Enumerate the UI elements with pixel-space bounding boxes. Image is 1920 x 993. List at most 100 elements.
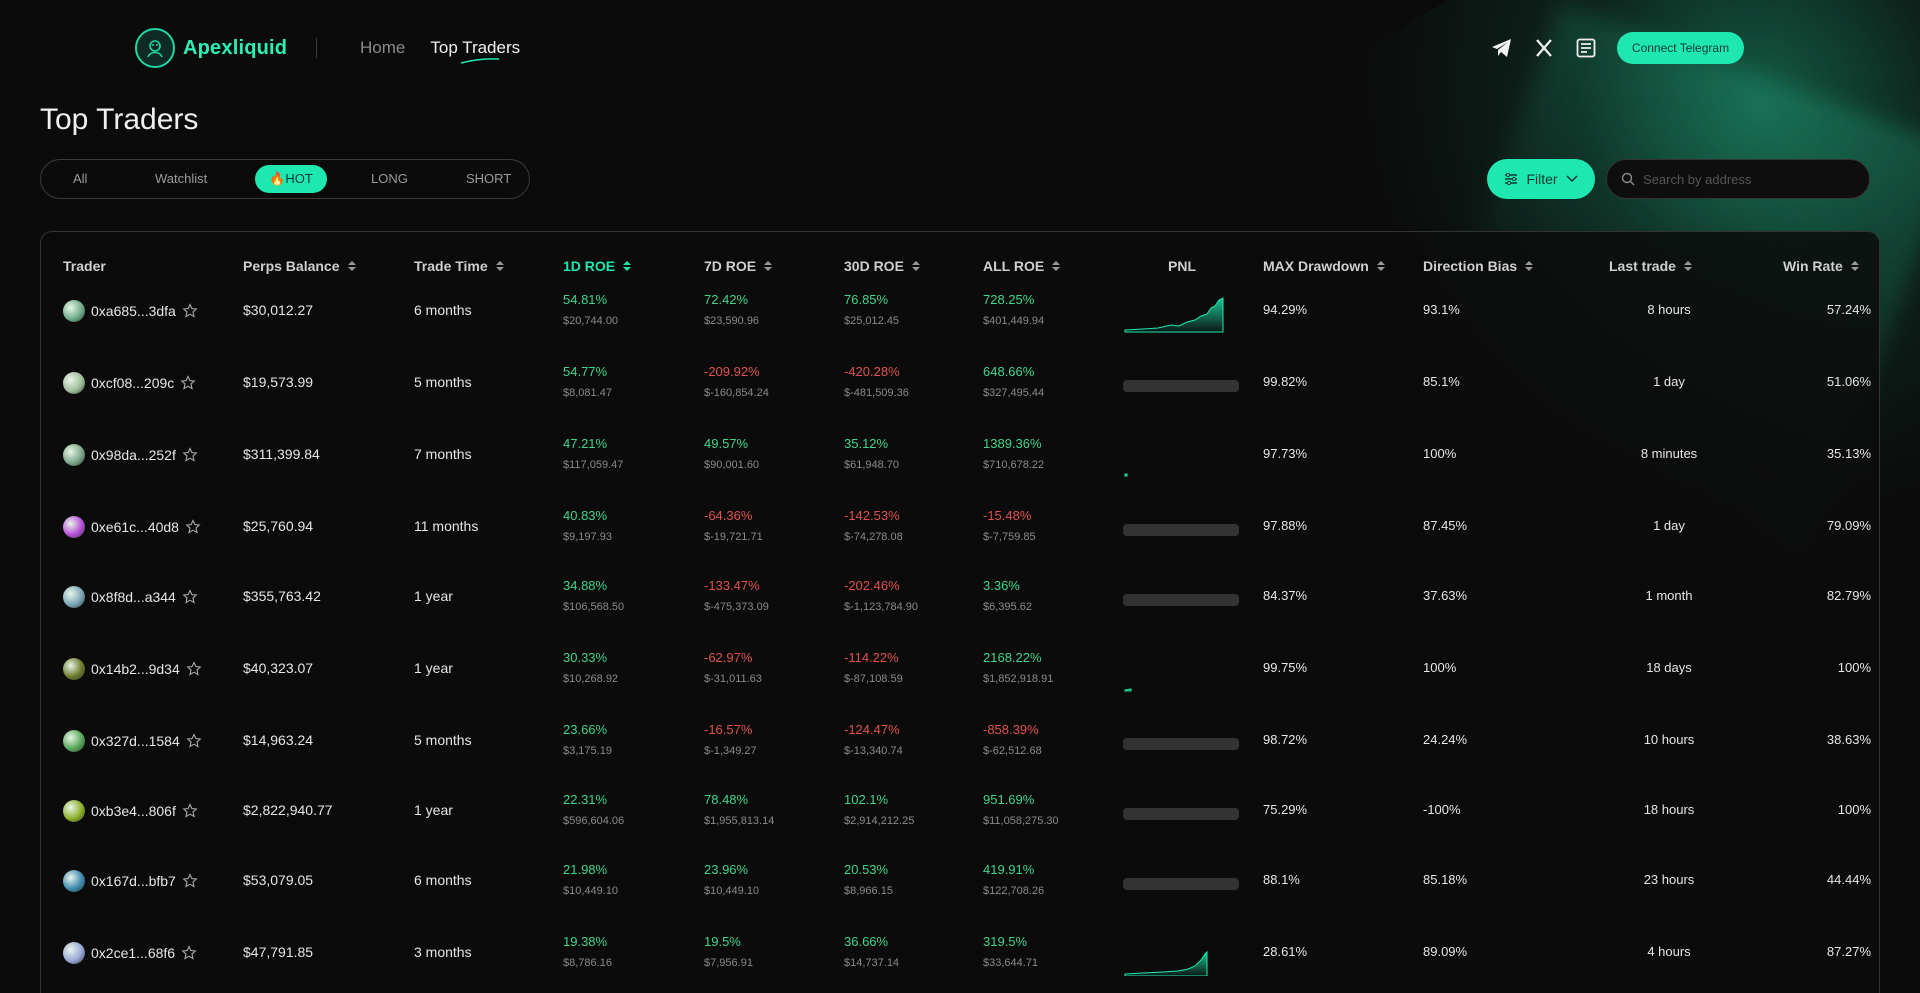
sort-icon (1683, 261, 1692, 271)
table-row[interactable]: 0xcf08...209c $19,573.99 5 months 54.77% $8,… (41, 350, 1879, 420)
main-nav: Home Top Traders (360, 38, 520, 64)
roe-7d-amount: $90,001.60 (704, 459, 760, 471)
roe-1d-amount: $106,568.50 (563, 601, 625, 613)
roe-1d-percent: 21.98% (563, 862, 608, 877)
roe-30d: 102.1% $2,914,212.25 (844, 792, 914, 827)
col-roe-7d-label: 7D ROE (704, 258, 757, 274)
col-trade-time[interactable]: Trade Time (414, 258, 504, 274)
star-icon[interactable] (180, 375, 196, 391)
roe-7d-amount: $-160,854.24 (704, 387, 769, 399)
star-icon[interactable] (182, 803, 198, 819)
star-icon[interactable] (182, 447, 198, 463)
trader-filter-tabs: All Watchlist 🔥HOT LONG SHORT (40, 159, 530, 199)
star-icon[interactable] (185, 519, 201, 535)
tab-hot[interactable]: 🔥HOT (255, 165, 327, 193)
roe-all-percent: 951.69% (983, 792, 1035, 807)
star-icon[interactable] (182, 873, 198, 889)
roe-1d: 21.98% $10,449.10 (563, 862, 618, 897)
filter-button[interactable]: Filter (1487, 159, 1595, 199)
docs-icon[interactable] (1574, 36, 1598, 60)
roe-7d-percent: 72.42% (704, 292, 749, 307)
tab-long[interactable]: LONG (371, 171, 408, 186)
roe-1d: 34.88% $106,568.50 (563, 578, 624, 613)
star-icon[interactable] (181, 945, 197, 961)
tab-all[interactable]: All (73, 171, 87, 186)
telegram-icon[interactable] (1490, 36, 1514, 60)
max-drawdown: 94.29% (1263, 302, 1308, 317)
col-drawdown[interactable]: MAX Drawdown (1263, 258, 1385, 274)
trader-address[interactable]: 0xb3e4...806f (91, 803, 176, 819)
roe-7d-percent: -16.57% (704, 722, 753, 737)
table-row[interactable]: 0x8f8d...a344 $355,763.42 1 year 34.88% $106… (41, 564, 1879, 634)
table-row[interactable]: 0xa685...3dfa $30,012.27 6 months 54.81% $20… (41, 278, 1879, 348)
x-icon[interactable] (1532, 36, 1556, 60)
table-row[interactable]: 0x14b2...9d34 $40,323.07 1 year 30.33% $10,2… (41, 636, 1879, 706)
trader-cell: 0x2ce1...68f6 (63, 942, 197, 964)
trader-cell: 0x98da...252f (63, 444, 198, 466)
col-roe-1d[interactable]: 1D ROE (563, 258, 632, 274)
roe-1d-percent: 47.21% (563, 436, 608, 451)
trader-address[interactable]: 0x98da...252f (91, 447, 176, 463)
col-balance[interactable]: Perps Balance (243, 258, 356, 274)
col-roe-7d[interactable]: 7D ROE (704, 258, 773, 274)
tab-short[interactable]: SHORT (466, 171, 511, 186)
tab-watchlist[interactable]: Watchlist (155, 171, 207, 186)
nav-home[interactable]: Home (360, 38, 405, 58)
trader-address[interactable]: 0x167d...bfb7 (91, 873, 176, 889)
roe-1d-amount: $596,604.06 (563, 815, 625, 827)
direction-bias: 89.09% (1423, 944, 1468, 959)
search-input[interactable] (1643, 171, 1853, 187)
roe-1d-amount: $9,197.93 (563, 531, 612, 543)
table-row[interactable]: 0xb3e4...806f $2,822,940.77 1 year 22.31% $5… (41, 778, 1879, 848)
avatar (63, 870, 85, 892)
star-icon[interactable] (186, 661, 202, 677)
max-drawdown: 97.73% (1263, 446, 1308, 461)
nav-top-traders[interactable]: Top Traders (430, 38, 520, 64)
last-trade: 1 day (1653, 518, 1685, 533)
roe-all-percent: 2168.22% (983, 650, 1042, 665)
table-row[interactable]: 0x2ce1...68f6 $47,791.85 3 months 19.38% $8,… (41, 920, 1879, 990)
col-last-trade[interactable]: Last trade (1609, 258, 1692, 274)
roe-all: 1389.36% $710,678.22 (983, 436, 1044, 471)
roe-30d-percent: 102.1% (844, 792, 889, 807)
roe-30d: 35.12% $61,948.70 (844, 436, 899, 471)
brand-logo[interactable]: Apexliquid (135, 28, 287, 68)
trade-time: 5 months (414, 374, 472, 390)
table-row[interactable]: 0x98da...252f $311,399.84 7 months 47.21% $1… (41, 422, 1879, 492)
col-roe-all[interactable]: ALL ROE (983, 258, 1061, 274)
connect-telegram-button[interactable]: Connect Telegram (1617, 32, 1744, 64)
star-icon[interactable] (182, 589, 198, 605)
trader-address[interactable]: 0x8f8d...a344 (91, 589, 176, 605)
col-win-rate[interactable]: Win Rate (1783, 258, 1859, 274)
roe-30d: -124.47% $-13,340.74 (844, 722, 903, 757)
table-row[interactable]: 0x167d...bfb7 $53,079.05 6 months 21.98% $10… (41, 848, 1879, 918)
roe-7d-amount: $-475,373.09 (704, 601, 769, 613)
roe-7d: -62.97% $-31,011.63 (704, 650, 762, 685)
trader-address[interactable]: 0xa685...3dfa (91, 303, 176, 319)
col-roe-30d[interactable]: 30D ROE (844, 258, 920, 274)
roe-all-percent: -858.39% (983, 722, 1039, 737)
nav-active-underline (461, 58, 500, 64)
col-direction-bias[interactable]: Direction Bias (1423, 258, 1534, 274)
perps-balance: $311,399.84 (243, 446, 320, 462)
trader-address[interactable]: 0x327d...1584 (91, 733, 180, 749)
roe-1d-percent: 54.81% (563, 292, 608, 307)
max-drawdown: 99.75% (1263, 660, 1308, 675)
star-icon[interactable] (182, 303, 198, 319)
trader-address[interactable]: 0xe61c...40d8 (91, 519, 179, 535)
perps-balance: $47,791.85 (243, 944, 314, 960)
roe-all: 419.91% $122,708.26 (983, 862, 1044, 897)
table-row[interactable]: 0xe61c...40d8 $25,760.94 11 months 40.83% $9… (41, 494, 1879, 564)
roe-all-percent: 728.25% (983, 292, 1035, 307)
trader-address[interactable]: 0x14b2...9d34 (91, 661, 180, 677)
star-icon[interactable] (186, 733, 202, 749)
pnl-area (1124, 688, 1132, 692)
pnl-sparkline (1124, 950, 1208, 977)
trader-address[interactable]: 0x2ce1...68f6 (91, 945, 175, 961)
last-trade: 1 day (1653, 374, 1685, 389)
trader-address[interactable]: 0xcf08...209c (91, 375, 174, 391)
roe-1d-percent: 19.38% (563, 934, 608, 949)
win-rate: 38.63% (1826, 732, 1871, 747)
table-row[interactable]: 0x327d...1584 $14,963.24 5 months 23.66% $3,… (41, 708, 1879, 778)
roe-30d-percent: 36.66% (844, 934, 889, 949)
